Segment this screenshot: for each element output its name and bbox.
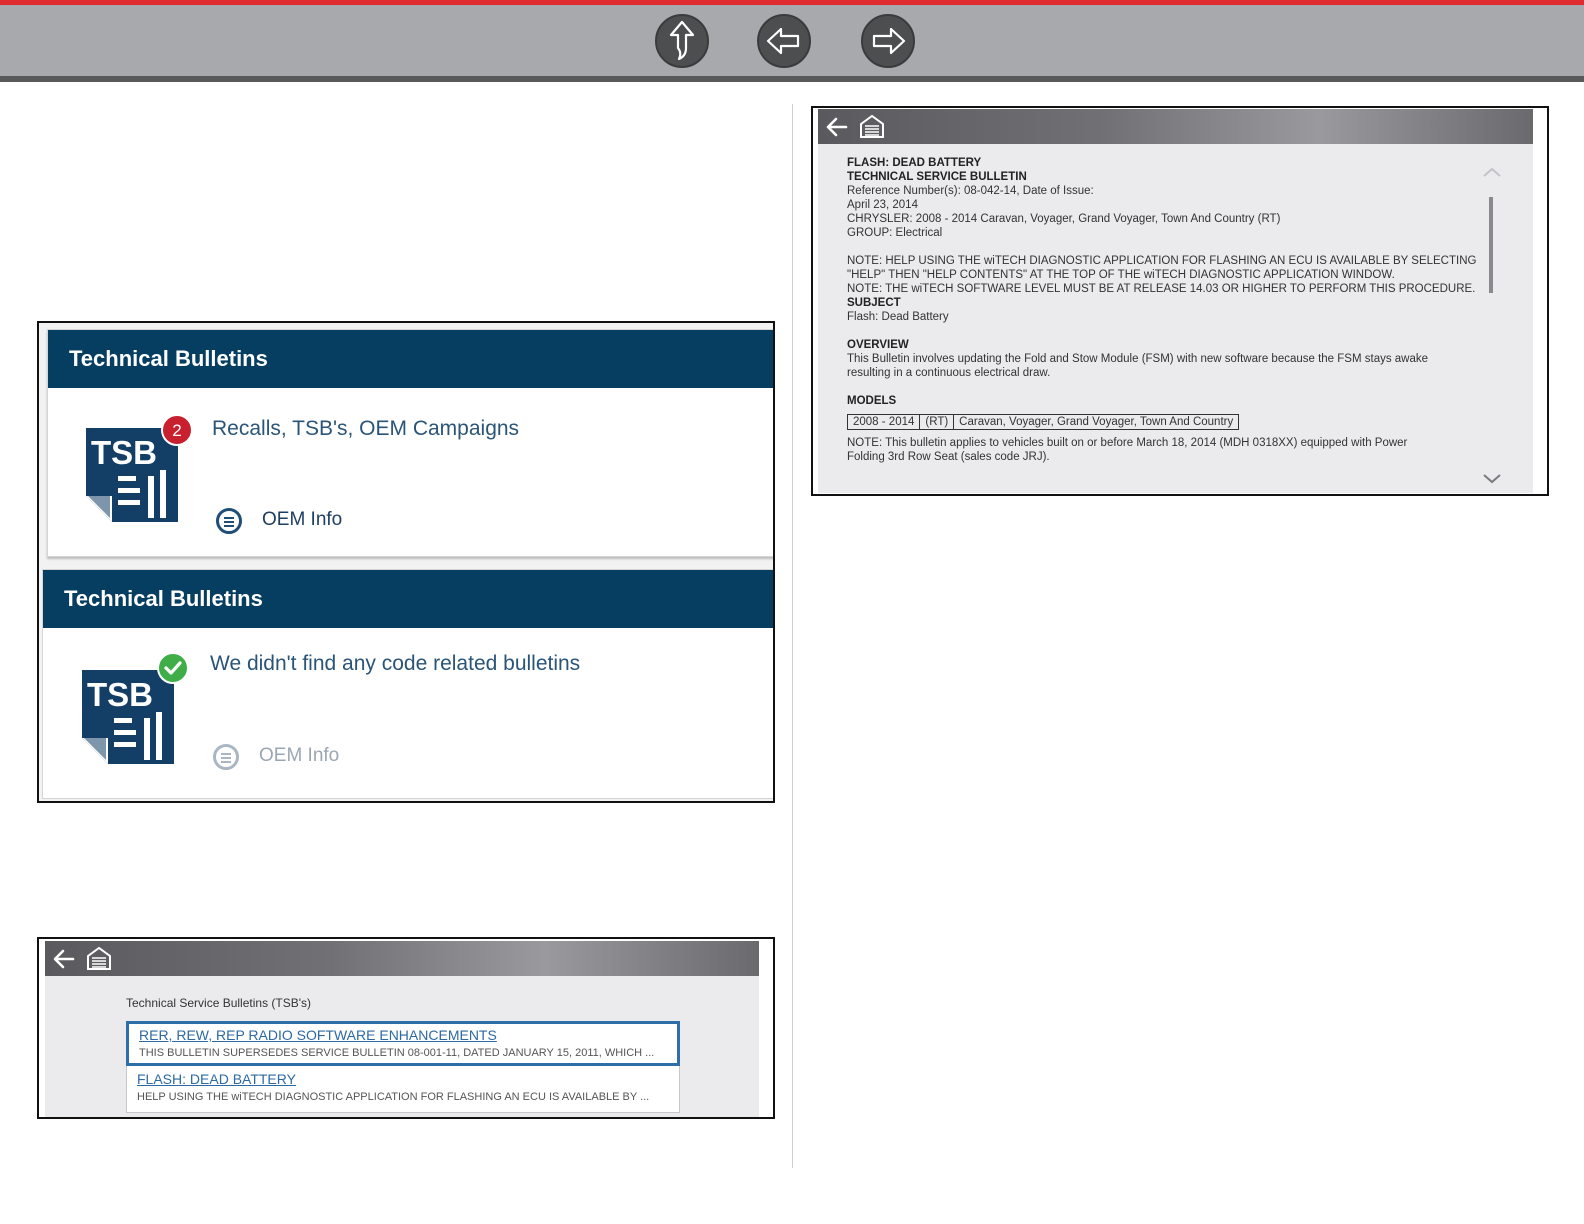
badge-count: 2 (172, 421, 182, 440)
reference-line: Reference Number(s): 08-042-14, Date of … (847, 185, 1094, 197)
overview-text: This Bulletin involves updating the Fold… (847, 353, 1429, 365)
check-badge (157, 652, 189, 684)
group-line: GROUP: Electrical (847, 227, 943, 239)
card-header: Technical Bulletins (43, 570, 773, 628)
checkmark-icon (164, 661, 182, 675)
up-button[interactable] (655, 14, 709, 68)
accent-stripe (0, 0, 1584, 5)
technical-bulletins-card[interactable]: Technical Bulletins TSB We didn't find a… (42, 569, 773, 799)
tsb-list-heading: Technical Service Bulletins (TSB's) (126, 996, 312, 1010)
vehicle-line: CHRYSLER: 2008 - 2014 Caravan, Voyager, … (847, 213, 1281, 225)
tsb-icon-text: TSB (91, 434, 157, 471)
app-toolbar (45, 941, 759, 976)
tsb-item-title: RER, REW, REP RADIO SOFTWARE ENHANCEMENT… (139, 1027, 497, 1043)
tsb-detail-screenshot: FLASH: DEAD BATTERY TECHNICAL SERVICE BU… (811, 106, 1549, 496)
card-header-title: Technical Bulletins (64, 586, 263, 611)
list-icon (213, 744, 239, 770)
bulletin-title: FLASH: DEAD BATTERY (847, 157, 982, 169)
tsb-list-item[interactable]: FLASH: DEAD BATTERY HELP USING THE wiTEC… (127, 1068, 679, 1113)
overview-heading: OVERVIEW (847, 339, 909, 351)
note-text: NOTE: HELP USING THE wiTECH DIAGNOSTIC A… (847, 255, 1477, 267)
tsb-list-screen: Technical Service Bulletins (TSB's) RER,… (45, 941, 759, 1117)
models-heading: MODELS (847, 395, 897, 407)
bulletin-status-message: Recalls, TSB's, OEM Campaigns (212, 417, 520, 440)
tsb-list: RER, REW, REP RADIO SOFTWARE ENHANCEMENT… (126, 1021, 680, 1113)
tsb-detail-screen: FLASH: DEAD BATTERY TECHNICAL SERVICE BU… (818, 109, 1533, 493)
up-arrow-icon (669, 20, 695, 61)
list-icon (216, 508, 242, 534)
note-text: Folding 3rd Row Seat (sales code JRJ). (847, 451, 1050, 463)
issue-date: April 23, 2014 (847, 199, 918, 211)
note-text: "HELP" THEN "HELP CONTENTS" AT THE TOP O… (847, 269, 1395, 281)
bar-bottom-edge (0, 76, 1584, 82)
oem-info-link-disabled: OEM Info (213, 742, 373, 772)
scroll-up-chevron-icon[interactable] (1482, 166, 1502, 178)
notification-badge: 2 (161, 414, 193, 446)
tsb-item-summary: THIS BULLETIN SUPERSEDES SERVICE BULLETI… (139, 1047, 655, 1059)
subject-text: Flash: Dead Battery (847, 311, 949, 323)
bulletin-status-message: We didn't find any code related bulletin… (210, 652, 581, 675)
models-table: 2008 - 2014 (RT) Caravan, Voyager, Grand… (847, 414, 1240, 430)
previous-page-button[interactable] (757, 14, 811, 68)
tsb-item-title: FLASH: DEAD BATTERY (137, 1071, 296, 1087)
bulletin-document: FLASH: DEAD BATTERY TECHNICAL SERVICE BU… (847, 156, 1477, 464)
tsb-item-summary: HELP USING THE wiTECH DIAGNOSTIC APPLICA… (137, 1091, 650, 1103)
column-divider (792, 104, 793, 1168)
oem-info-link[interactable]: OEM Info (216, 506, 376, 536)
model-names: Caravan, Voyager, Grand Voyager, Town An… (959, 416, 1234, 428)
scroll-down-chevron-icon[interactable] (1482, 473, 1502, 485)
tsb-list-screenshot: Technical Service Bulletins (TSB's) RER,… (37, 937, 775, 1119)
model-years: 2008 - 2014 (848, 415, 921, 429)
technical-bulletins-card[interactable]: Technical Bulletins TSB 2 Recalls, TSB's… (47, 329, 773, 557)
back-arrow-icon[interactable] (824, 114, 850, 140)
bulletin-type: TECHNICAL SERVICE BULLETIN (847, 171, 1027, 183)
note-text: NOTE: THE wiTECH SOFTWARE LEVEL MUST BE … (847, 283, 1476, 295)
home-garage-icon[interactable] (859, 113, 885, 139)
tsb-icon-text: TSB (87, 676, 153, 713)
app-toolbar (818, 109, 1533, 144)
oem-info-label: OEM Info (259, 745, 340, 766)
home-garage-icon[interactable] (86, 945, 112, 971)
card-header-title: Technical Bulletins (69, 346, 268, 371)
back-arrow-icon[interactable] (51, 946, 77, 972)
technical-bulletins-figure: Technical Bulletins TSB 2 Recalls, TSB's… (37, 321, 775, 803)
right-arrow-icon (872, 27, 906, 55)
card-header: Technical Bulletins (48, 330, 773, 388)
note-text: NOTE: This bulletin applies to vehicles … (847, 437, 1408, 449)
tsb-list-item-selected[interactable]: RER, REW, REP RADIO SOFTWARE ENHANCEMENT… (126, 1021, 680, 1066)
overview-text: resulting in a continuous electrical dra… (847, 367, 1051, 379)
top-navigation-bar (0, 0, 1584, 82)
subject-heading: SUBJECT (847, 297, 901, 309)
oem-info-label: OEM Info (262, 509, 343, 530)
left-arrow-icon (766, 27, 800, 55)
model-code: (RT) (920, 415, 955, 429)
scrollbar-thumb[interactable] (1489, 197, 1493, 293)
next-page-button[interactable] (861, 14, 915, 68)
